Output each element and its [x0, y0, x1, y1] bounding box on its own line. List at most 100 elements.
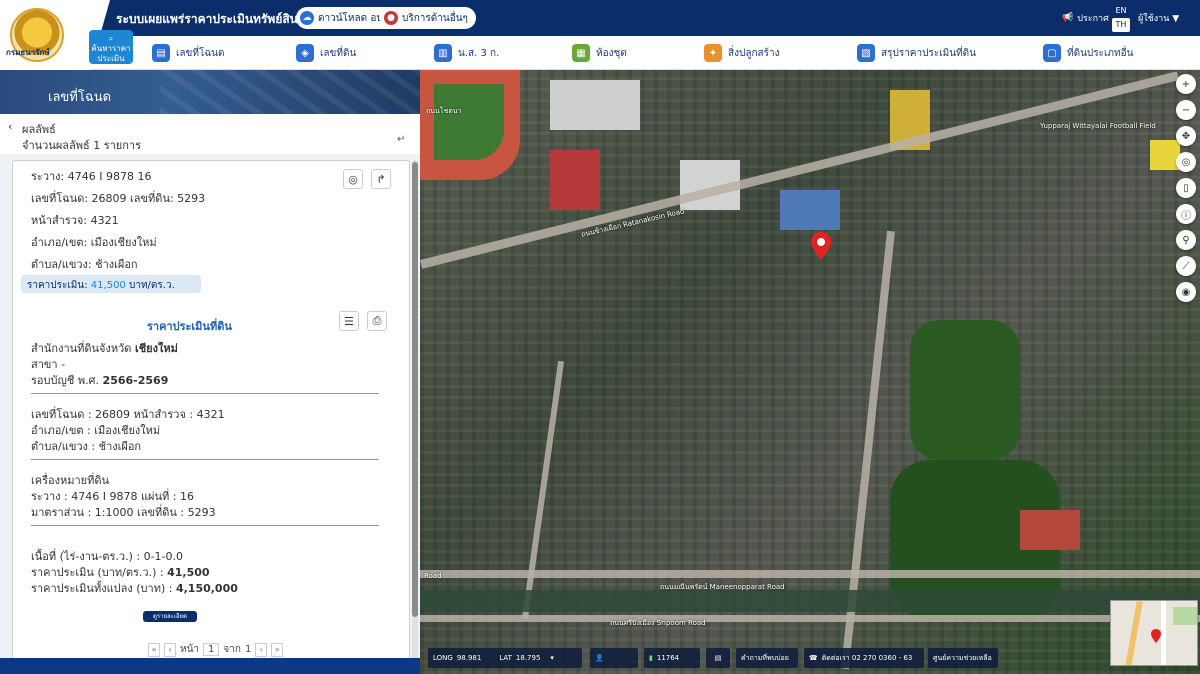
detail-button[interactable]: ดูรายละเอียด [143, 611, 197, 622]
zoom-in-button[interactable]: + [1176, 74, 1196, 94]
road-maneenopparat [420, 570, 1200, 578]
results-header: ‹ ผลลัพธ์ จำนวนผลลัพธ์ 1 รายการ ↵ [0, 114, 420, 154]
menu-label: สรุปราคาประเมินที่ดิน [881, 47, 976, 59]
menu-condo[interactable]: ▦ ห้องชุด [572, 44, 627, 62]
measure-button[interactable]: ⟋ [1176, 256, 1196, 276]
person-icon: ● [384, 11, 398, 25]
target-icon: ◎ [1181, 156, 1191, 168]
price-pill: ราคาประเมิน: 41,500 บาท/ตร.ว. [21, 275, 201, 293]
map-icon: ▥ [434, 44, 452, 62]
account-years: 2566-2569 [102, 374, 169, 387]
pan-button[interactable]: ✥ [1176, 126, 1196, 146]
contact-link[interactable]: ☎ ติดต่อเรา 02 270 0360 - 63 [804, 648, 924, 668]
info-icon: ⓘ [1181, 210, 1191, 222]
file-icon: ▢ [1043, 44, 1061, 62]
user-menu[interactable]: ผู้ใช้งาน ▼ [1138, 11, 1179, 25]
ruler-icon: ⟋ [1182, 260, 1190, 272]
manual-button[interactable]: ▤ [706, 648, 730, 668]
prev-page-icon[interactable]: ‹ [164, 642, 176, 657]
handshake-icon: ✦ [704, 44, 722, 62]
mini-map[interactable] [1110, 600, 1198, 666]
my-location-button[interactable]: ◎ [1176, 152, 1196, 172]
locate-button[interactable]: ◎ [343, 169, 363, 189]
price-total-detail: ราคาประเมินทั้งแปลง (บาท) : 4,150,000 [31, 579, 238, 597]
visitor-count: 11764 [656, 654, 680, 662]
bar-chart-icon: ▮ [649, 654, 653, 662]
menu-land-number[interactable]: ◈ เลขที่ดิน [296, 44, 356, 62]
layer-button[interactable]: ◉ [1176, 282, 1196, 302]
back-chevron-icon[interactable]: ‹ [8, 120, 12, 133]
price-total-value: 4,150,000 [175, 582, 238, 595]
minus-icon: − [1181, 104, 1191, 116]
faq-link[interactable]: คำถามที่พบบ่อย [736, 648, 798, 668]
page-number[interactable]: 1 [203, 643, 220, 656]
menu-land-summary[interactable]: ▧ สรุปราคาประเมินที่ดิน [857, 44, 976, 62]
menu-label: เลขที่โฉนด [176, 47, 225, 59]
delete-button[interactable]: ▯ [1176, 178, 1196, 198]
phone-icon: ☎ [809, 654, 818, 662]
lang-th[interactable]: TH [1112, 18, 1130, 32]
menu-deed-number[interactable]: ▤ เลขที่โฉนด [152, 44, 225, 62]
lang-en[interactable]: EN [1112, 4, 1130, 18]
share-arrow-icon: ↱ [376, 172, 386, 186]
services-button[interactable]: ● บริการด้านอื่นๆ [380, 7, 476, 29]
system-title: ระบบเผยแพร่ราคาประเมินทรัพย์สิน [116, 12, 298, 26]
chevron-down-icon[interactable]: ▾ [550, 654, 554, 662]
subdistrict-detail: ตำบล/แขวง : ช้างเผือก [31, 440, 142, 453]
divider [31, 459, 379, 460]
help-label: ศูนย์ความช่วยเหลือ [933, 653, 992, 662]
menu-ns3k[interactable]: ▥ น.ส. 3 ก. [434, 44, 499, 62]
help-center-link[interactable]: ศูนย์ความช่วยเหลือ [928, 648, 998, 668]
search-appraisal-chip[interactable]: ⌕ ค้นหาราคาประเมิน [89, 30, 133, 64]
info-button[interactable]: ⓘ [1176, 204, 1196, 224]
book-icon: ▤ [714, 654, 722, 662]
subdistrict-text: ตำบล/แขวง: ช้างเผือก [31, 258, 138, 271]
menu-label: น.ส. 3 ก. [458, 47, 500, 59]
mini-pin-icon [1151, 629, 1161, 643]
print-button[interactable]: ⎙ [367, 311, 387, 331]
scrollbar-thumb[interactable] [412, 162, 418, 617]
zoom-out-button[interactable]: − [1176, 100, 1196, 120]
menu-label: เลขที่ดิน [320, 47, 357, 59]
divider [31, 393, 379, 394]
share-button[interactable]: ↱ [371, 169, 391, 189]
first-page-icon[interactable]: « [148, 642, 160, 657]
district-text: อำเภอ/เขต: เมืองเชียงใหม่ [31, 236, 157, 249]
contact-label: ติดต่อเรา 02 270 0360 - 63 [821, 653, 913, 662]
last-page-icon[interactable]: » [271, 642, 284, 657]
price-sqw-prefix: ราคาประเมิน (บาท/ตร.ว.) : [31, 566, 164, 579]
pin-icon: ⚲ [1182, 234, 1190, 246]
coordinates-bar: LONG 98.981 LAT 18.795 ▾ [428, 648, 582, 668]
mini-map-road [1125, 601, 1143, 665]
move-icon: ✥ [1181, 130, 1191, 142]
map-label: ถนนโชตนา [426, 107, 462, 115]
office-province: เชียงใหม่ [134, 342, 178, 355]
map-label: Yupparaj Wittayalai Football Field [1040, 122, 1156, 130]
football-field [434, 84, 504, 160]
long-value: 98.981 [456, 654, 482, 662]
language-switch[interactable]: EN TH [1112, 4, 1130, 32]
top-header: ระบบเผยแพร่ราคาประเมินทรัพย์สิน ☁ ดาวน์โ… [0, 0, 1200, 36]
announcement-link[interactable]: 📢 ประกาศ [1062, 11, 1109, 25]
menu-other-land[interactable]: ▢ ที่ดินประเภทอื่น [1043, 44, 1133, 62]
white-roof [550, 80, 640, 130]
satellite-map[interactable]: ถนนโชตนา ถนนช้างเผือก Ratanakosin Road Y… [420, 70, 1200, 674]
marker-button[interactable]: ⚲ [1176, 230, 1196, 250]
location-pin-icon[interactable] [811, 232, 831, 260]
result-card: ระวาง: 4746 I 9878 16 เลขที่โฉนด: 26809 … [12, 160, 410, 674]
user-label: ผู้ใช้งาน [1138, 14, 1170, 24]
divider [31, 525, 379, 526]
moat [420, 590, 1200, 612]
mini-map-park [1173, 607, 1197, 625]
menu-label: ห้องชุด [596, 47, 627, 59]
cloud-download-icon: ☁ [300, 11, 314, 25]
banner-title: เลขที่โฉนด [48, 90, 112, 105]
menu-structures[interactable]: ✦ สิ่งปลูกสร้าง [704, 44, 780, 62]
tennis-courts [1020, 510, 1080, 550]
app-root: ระบบเผยแพร่ราคาประเมินทรัพย์สิน ☁ ดาวน์โ… [0, 0, 1200, 674]
next-page-icon[interactable]: › [255, 642, 268, 657]
office-prefix: สำนักงานที่ดินจังหวัด [31, 342, 132, 355]
total-pages: 1 [244, 644, 252, 655]
collapse-icon[interactable]: ↵ [397, 134, 405, 145]
report-button[interactable]: ☰ [339, 311, 359, 331]
